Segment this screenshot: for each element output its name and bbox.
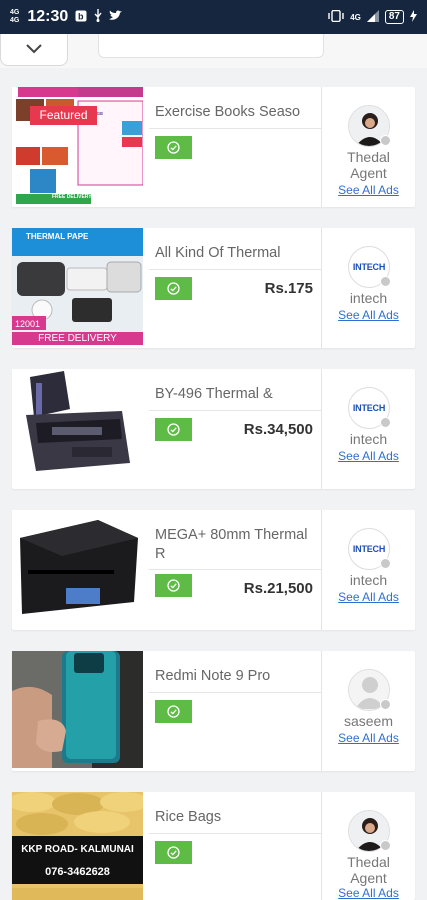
listing-title[interactable]: BY-496 Thermal & bbox=[155, 385, 315, 404]
seller-panel: INTECH intech See All Ads bbox=[322, 369, 415, 489]
title-divider bbox=[149, 410, 321, 411]
title-divider bbox=[149, 833, 321, 834]
listing-card[interactable]: 200 PAGE FREE DELIVERY Featured Exercise… bbox=[12, 87, 415, 207]
listing-title[interactable]: Redmi Note 9 Pro bbox=[155, 667, 315, 686]
charging-icon bbox=[410, 9, 417, 25]
seller-name: intech bbox=[349, 572, 388, 588]
thumb-text: FREE DELIVERY bbox=[52, 194, 92, 200]
twitter-icon bbox=[109, 10, 123, 24]
online-status-dot bbox=[380, 558, 391, 569]
check-circle-icon bbox=[167, 705, 180, 718]
listing-card[interactable]: Redmi Note 9 Pro saseem See All Ads bbox=[12, 651, 415, 771]
online-status-dot bbox=[380, 417, 391, 428]
chevron-down-icon bbox=[26, 41, 42, 59]
verified-badge bbox=[155, 277, 192, 300]
filter-field[interactable] bbox=[98, 34, 324, 58]
online-status-dot bbox=[380, 840, 391, 851]
clock: 12:30 bbox=[27, 8, 69, 25]
title-divider bbox=[149, 569, 321, 570]
seller-panel: INTECH intech See All Ads bbox=[322, 228, 415, 348]
see-all-ads-link[interactable]: See All Ads bbox=[322, 183, 415, 197]
listing-details: BY-496 Thermal & Rs.34,500 bbox=[143, 369, 321, 489]
listing-thumbnail bbox=[12, 369, 143, 486]
see-all-ads-link[interactable]: See All Ads bbox=[322, 590, 415, 604]
online-status-dot bbox=[380, 699, 391, 710]
verified-badge bbox=[155, 700, 192, 723]
network-indicator: 4G 4G bbox=[10, 9, 20, 24]
listing-details: Rice Bags bbox=[143, 792, 321, 900]
listing-price: Rs.21,500 bbox=[243, 580, 313, 597]
receipt-printer-image bbox=[12, 510, 143, 627]
see-all-ads-link[interactable]: See All Ads bbox=[322, 731, 415, 745]
phone-photo-image bbox=[12, 651, 143, 768]
seller-name: Thedal Agent bbox=[347, 854, 390, 886]
listing-details: All Kind Of Thermal Rs.175 bbox=[143, 228, 321, 348]
listing-thumbnail bbox=[12, 651, 143, 768]
exercise-books-image bbox=[12, 87, 143, 204]
signal-icon bbox=[366, 9, 379, 25]
online-status-dot bbox=[380, 276, 391, 287]
seller-panel: saseem See All Ads bbox=[322, 651, 415, 771]
notification-b-icon: b bbox=[75, 10, 87, 25]
status-bar: 4G 4G 12:30 b 4G 87 bbox=[0, 0, 427, 34]
battery-indicator: 87 bbox=[384, 10, 404, 24]
thumb-text: KKP ROAD- KALMUNAI bbox=[21, 844, 134, 855]
listing-card[interactable]: BY-496 Thermal & Rs.34,500 INTECH intech… bbox=[12, 369, 415, 489]
title-divider bbox=[149, 128, 321, 129]
label-printer-image bbox=[12, 369, 143, 486]
listing-thumbnail: KKP ROAD- KALMUNAI 076-3462628 bbox=[12, 792, 143, 900]
listing-card[interactable]: MEGA+ 80mm Thermal R Rs.21,500 INTECH in… bbox=[12, 510, 415, 630]
seller-name: saseem bbox=[343, 713, 394, 729]
online-status-dot bbox=[380, 135, 391, 146]
check-circle-icon bbox=[167, 579, 180, 592]
intech-logo: INTECH bbox=[352, 262, 386, 272]
listing-title[interactable]: MEGA+ 80mm Thermal R bbox=[155, 526, 315, 564]
thumb-text: THERMAL PAPE bbox=[26, 232, 89, 241]
listing-details: Redmi Note 9 Pro bbox=[143, 651, 321, 771]
check-circle-icon bbox=[167, 141, 180, 154]
listing-price: Rs.175 bbox=[264, 280, 313, 297]
listing-details: Exercise Books Seaso bbox=[143, 87, 321, 207]
thumb-text: 12001 bbox=[15, 319, 41, 329]
vibrate-icon bbox=[328, 9, 344, 25]
seller-panel: INTECH intech See All Ads bbox=[322, 510, 415, 630]
status-right: 4G 87 bbox=[328, 9, 417, 25]
see-all-ads-link[interactable]: See All Ads bbox=[322, 449, 415, 463]
verified-badge bbox=[155, 418, 192, 441]
usb-icon bbox=[93, 9, 103, 25]
collapse-dropdown-button[interactable] bbox=[0, 34, 68, 66]
intech-logo: INTECH bbox=[352, 544, 386, 554]
check-circle-icon bbox=[167, 423, 180, 436]
check-circle-icon bbox=[167, 846, 180, 859]
signal-4g-label: 4G bbox=[350, 12, 361, 22]
listing-card[interactable]: KKP ROAD- KALMUNAI 076-3462628 Rice Bags… bbox=[12, 792, 415, 900]
featured-badge: Featured bbox=[30, 106, 97, 125]
thumb-text: 076-3462628 bbox=[45, 866, 110, 878]
listing-card[interactable]: THERMAL PAPE 12001 FREE DELIVERY All Kin… bbox=[12, 228, 415, 348]
seller-name: intech bbox=[349, 290, 388, 306]
seller-name: intech bbox=[349, 431, 388, 447]
listing-thumbnail bbox=[12, 510, 143, 627]
seller-name: Thedal Agent bbox=[347, 149, 390, 181]
svg-text:b: b bbox=[78, 11, 84, 21]
title-divider bbox=[149, 692, 321, 693]
intech-logo: INTECH bbox=[352, 403, 386, 413]
thumb-text: FREE DELIVERY bbox=[38, 333, 117, 344]
verified-badge bbox=[155, 574, 192, 597]
listing-title[interactable]: All Kind Of Thermal bbox=[155, 244, 315, 263]
listing-thumbnail: THERMAL PAPE 12001 FREE DELIVERY bbox=[12, 228, 143, 345]
title-divider bbox=[149, 269, 321, 270]
listing-thumbnail: 200 PAGE FREE DELIVERY Featured bbox=[12, 87, 143, 204]
listing-title[interactable]: Exercise Books Seaso bbox=[155, 103, 315, 122]
see-all-ads-link[interactable]: See All Ads bbox=[322, 308, 415, 322]
listing-title[interactable]: Rice Bags bbox=[155, 808, 315, 827]
see-all-ads-link[interactable]: See All Ads bbox=[322, 886, 415, 900]
seller-panel: Thedal Agent See All Ads bbox=[322, 792, 415, 900]
check-circle-icon bbox=[167, 282, 180, 295]
verified-badge bbox=[155, 841, 192, 864]
verified-badge bbox=[155, 136, 192, 159]
listing-price: Rs.34,500 bbox=[243, 421, 313, 438]
seller-panel: Thedal Agent See All Ads bbox=[322, 87, 415, 207]
listing-details: MEGA+ 80mm Thermal R Rs.21,500 bbox=[143, 510, 321, 630]
